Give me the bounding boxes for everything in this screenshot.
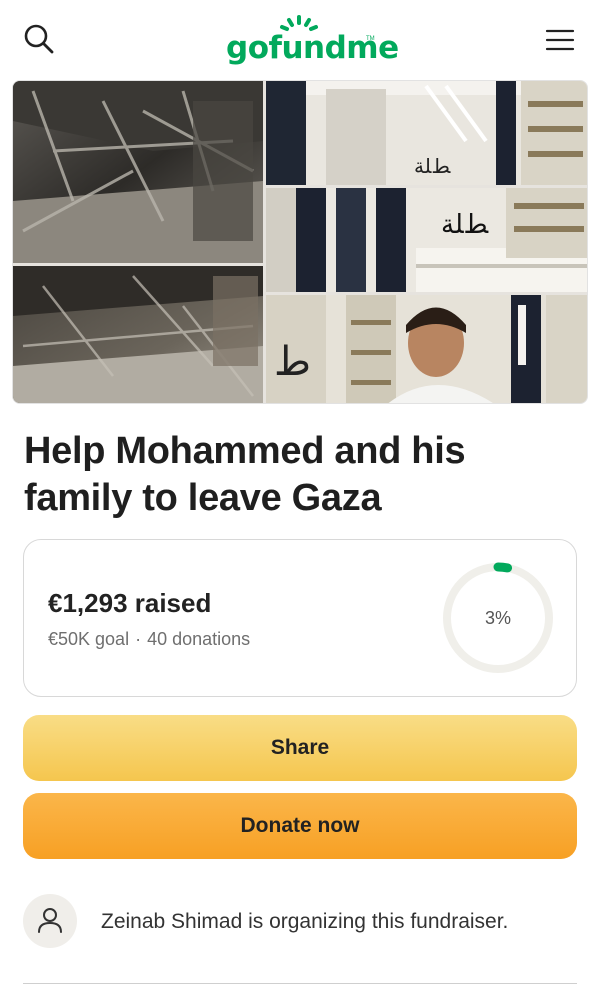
progress-ring-arc: [493, 562, 513, 573]
burned-building-photo-1[interactable]: [13, 81, 263, 263]
section-divider: [23, 983, 577, 984]
svg-text:ﻂﻠﺔ: ﻂﻠﺔ: [441, 210, 489, 240]
search-button[interactable]: [22, 22, 56, 56]
donation-count: 40 donations: [147, 629, 251, 649]
goal-and-donations: €50K goal · 40 donations: [48, 629, 250, 650]
campaign-photo-gallery[interactable]: ﻂﻠﺔ ﻂﻠﺔ ﻁ: [12, 80, 588, 404]
mohammed-photo[interactable]: ﻁ: [266, 295, 587, 403]
menu-button[interactable]: [544, 26, 576, 54]
svg-text:ﻁ: ﻁ: [274, 339, 311, 385]
organizer-row[interactable]: Zeinab Shimad is organizing this fundrai…: [23, 894, 577, 950]
amount-raised: €1,293 raised: [48, 588, 212, 618]
progress-card: €1,293 raised €50K goal · 40 donations 3%: [23, 539, 577, 697]
gofundme-logo[interactable]: gofundme TM: [226, 14, 399, 68]
burned-building-photo-2[interactable]: [13, 266, 263, 403]
share-button[interactable]: Share: [23, 715, 577, 781]
shop-interior-photo-1[interactable]: ﻂﻠﺔ: [266, 81, 587, 185]
separator-dot: ·: [135, 629, 142, 649]
shop-interior-photo-2[interactable]: ﻂﻠﺔ: [266, 188, 587, 292]
logo-trademark: TM: [366, 36, 375, 42]
goal-amount: €50K goal: [48, 629, 130, 649]
progress-percent: 3%: [484, 608, 511, 628]
organizer-text: Zeinab Shimad is organizing this fundrai…: [101, 910, 509, 933]
search-icon: [24, 24, 54, 54]
campaign-title: Help Mohammed and his family to leave Ga…: [24, 430, 466, 519]
donate-button[interactable]: Donate now: [23, 793, 577, 859]
organizer-avatar[interactable]: [23, 894, 77, 948]
header: gofundme TM: [0, 0, 599, 80]
user-icon: [38, 908, 62, 933]
hamburger-menu-icon: [545, 29, 575, 51]
svg-text:ﻂﻠﺔ: ﻂﻠﺔ: [414, 154, 451, 178]
